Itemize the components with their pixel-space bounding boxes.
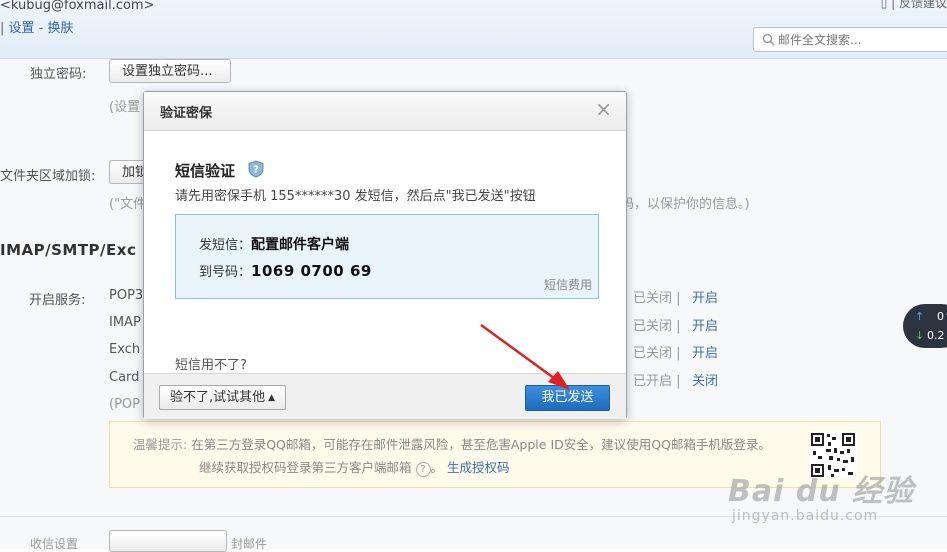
sms-instruction: 请先用密保手机 155******30 发短信，然后点"我已发送"按钮	[175, 189, 536, 204]
service-name: Exch	[109, 342, 141, 357]
shield-icon: ?	[248, 160, 264, 178]
service-status: 已关闭 |	[633, 346, 681, 361]
independent-password-note: (设置	[109, 100, 141, 115]
upload-arrow-icon: ↑	[915, 310, 925, 323]
folder-lock-note-right: 码，以保护你的信息。)	[621, 197, 750, 212]
send-label: 发短信：	[199, 238, 252, 253]
sms-fee-link[interactable]: 短信费用	[544, 276, 592, 293]
sms-content: 配置邮件客户端	[251, 237, 350, 253]
close-icon[interactable]: ×	[595, 99, 612, 119]
sms-content-row: 发短信：配置邮件客户端	[199, 234, 349, 254]
service-toggle-link[interactable]: 开启	[692, 287, 718, 306]
tip-line2: 继续获取授权码登录第三方客户端邮箱	[199, 460, 412, 475]
sms-verify-title: 短信验证	[175, 162, 236, 180]
service-status: 已关闭 |	[633, 319, 681, 334]
watermark-url: jingyan.baidu.com	[732, 508, 879, 524]
sms-number-row: 到号码：1069 0700 69	[199, 261, 372, 280]
caret-up-icon: ▲	[268, 393, 276, 403]
watermark-logo: Bai du 经验	[728, 474, 915, 509]
service-toggle-link[interactable]: 关闭	[692, 370, 718, 389]
pop-note: (POP	[109, 397, 140, 412]
upload-speed: 0↑	[937, 310, 947, 323]
download-arrow-icon: ↓	[915, 329, 925, 342]
sms-info-box: 发短信：配置邮件客户端 到号码：1069 0700 69 短信费用	[175, 214, 599, 299]
help-icon[interactable]: ?	[415, 462, 431, 477]
dialog-title: 验证密保	[160, 106, 213, 121]
try-other-label: 验不了,试试其他	[170, 390, 266, 405]
service-label: 开启服务:	[29, 293, 86, 308]
service-toggle-link[interactable]: 开启	[692, 342, 718, 361]
skin-link[interactable]: 换肤	[48, 21, 74, 36]
settings-link[interactable]: 设置	[9, 21, 35, 36]
search-icon	[762, 33, 775, 46]
independent-password-label: 独立密码:	[30, 67, 87, 82]
service-toggle-link[interactable]: 开启	[692, 315, 718, 334]
mail-search-box[interactable]	[753, 27, 947, 52]
account-links: | 设置 - 换肤	[0, 21, 74, 36]
sms-unavailable-link[interactable]: 短信用不了?	[175, 354, 247, 373]
bottom-text-partial: 封邮件	[231, 537, 268, 551]
bottom-label-partial: 收信设置	[30, 537, 79, 551]
annotation-arrow	[480, 323, 570, 390]
watermark: Bai du 经验 jingyan.baidu.com	[728, 466, 915, 524]
svg-text:?: ?	[253, 165, 259, 176]
dialog-header: 验证密保 ×	[144, 92, 626, 131]
account-email: <kubug@foxmail.com>	[0, 0, 155, 13]
section-title: IMAP/SMTP/Exc	[0, 241, 137, 259]
service-name: IMAP	[109, 315, 141, 330]
tip-text: 温馨提示: 在第三方登录QQ邮箱，可能存在邮件泄露风险，甚至危害Apple ID…	[133, 437, 771, 477]
sms-number: 1069 0700 69	[251, 262, 372, 280]
to-label: 到号码：	[199, 265, 252, 280]
feedback-link[interactable]: ▯ | 反馈建议	[881, 0, 947, 11]
set-independent-password-button[interactable]: 设置独立密码...	[109, 59, 231, 83]
folder-lock-label: 文件夹区域加锁:	[0, 169, 96, 184]
tip-label: 温馨提示:	[133, 437, 188, 452]
service-name: POP3	[109, 288, 144, 303]
service-status: 已关闭 |	[633, 291, 681, 306]
tip-line1: 在第三方登录QQ邮箱，可能存在邮件泄露风险，甚至危害Apple ID安全，建议使…	[191, 437, 771, 452]
search-input[interactable]	[778, 30, 938, 49]
network-speed-widget[interactable]: ↑ 0↑ ↓ 0.2↓	[903, 304, 947, 348]
top-bar: <kubug@foxmail.com> | 设置 - 换肤 ▯ | 反馈建议	[0, 0, 947, 59]
folder-lock-note-left: ("文件	[109, 197, 147, 212]
try-other-method-button[interactable]: 验不了,试试其他 ▲	[159, 385, 287, 410]
service-status: 已开启 |	[633, 374, 681, 389]
generate-auth-code-link[interactable]: 生成授权码	[447, 460, 510, 475]
service-name: Card	[109, 370, 140, 385]
download-speed: 0.2↓	[927, 329, 947, 342]
